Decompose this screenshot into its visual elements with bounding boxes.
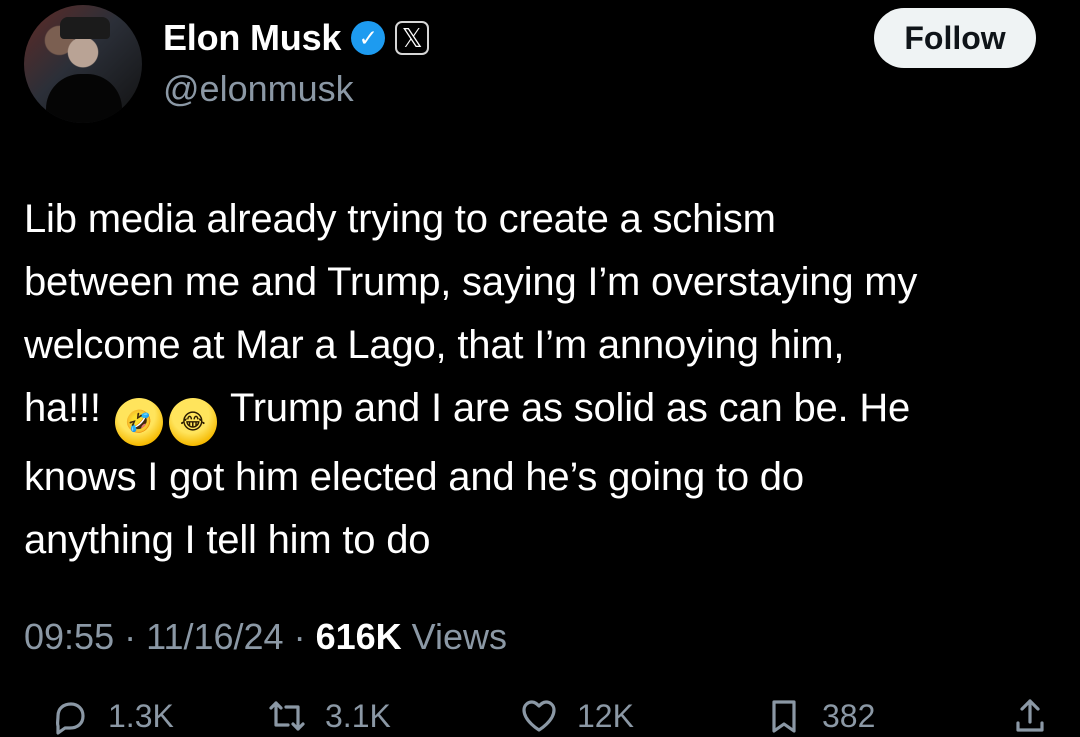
share-icon	[1016, 699, 1044, 732]
repost-count: 3.1K	[325, 697, 391, 734]
rolling-laughing-emoji-icon: 🤣	[114, 398, 163, 446]
heart-icon	[522, 700, 556, 732]
tweet-date[interactable]: 11/16/24	[146, 616, 283, 657]
tweet-line: knows I got him elected and he’s going t…	[24, 455, 804, 499]
tweet-time[interactable]: 09:55	[24, 616, 114, 657]
author-name[interactable]: Elon Musk	[163, 17, 341, 59]
tears-of-joy-emoji-icon: 😂	[168, 398, 217, 446]
repost-button[interactable]: 3.1K	[267, 696, 391, 736]
tweet-line-with-emoji: ha!!! 🤣 😂 Trump and I are as solid as can…	[24, 377, 1059, 446]
x-affiliation-icon: 𝕏	[395, 21, 430, 55]
tweet-text: Lib media already trying to create a sch…	[24, 188, 1059, 572]
bookmark-icon	[772, 700, 796, 733]
reply-icon	[55, 702, 85, 735]
bookmark-button[interactable]: 382	[764, 696, 875, 736]
tweet-line-fragment: ha!!!	[24, 386, 112, 430]
reply-count: 1.3K	[108, 697, 174, 734]
avatar[interactable]	[24, 5, 142, 123]
tweet-line: welcome at Mar a Lago, that I’m annoying…	[24, 323, 845, 367]
like-count: 12K	[577, 697, 634, 734]
tweet-line: Lib media already trying to create a sch…	[24, 197, 776, 241]
author-handle[interactable]: @elonmusk	[163, 68, 354, 110]
tweet-line: anything I tell him to do	[24, 518, 431, 562]
share-button[interactable]	[1010, 696, 1050, 736]
separator: ·	[114, 616, 147, 657]
tweet-line-fragment: Trump and I are as solid as can be. He	[219, 386, 911, 430]
follow-button[interactable]: Follow	[874, 8, 1036, 68]
author-row: Elon Musk ✓ 𝕏	[163, 16, 430, 60]
bookmark-count: 382	[822, 697, 876, 734]
like-button[interactable]: 12K	[519, 696, 634, 736]
views-count: 616K	[315, 616, 402, 657]
separator: ·	[283, 616, 316, 657]
tweet-metadata: 09:55 · 11/16/24 · 616K Views	[24, 616, 507, 658]
reply-button[interactable]: 1.3K	[50, 696, 174, 736]
tweet-actions: 1.3K 3.1K 12K 382	[22, 696, 1062, 737]
verified-icon: ✓	[351, 21, 386, 55]
tweet-line: between me and Trump, saying I’m oversta…	[24, 260, 918, 304]
repost-icon	[269, 701, 305, 731]
views-label: Views	[401, 616, 508, 657]
